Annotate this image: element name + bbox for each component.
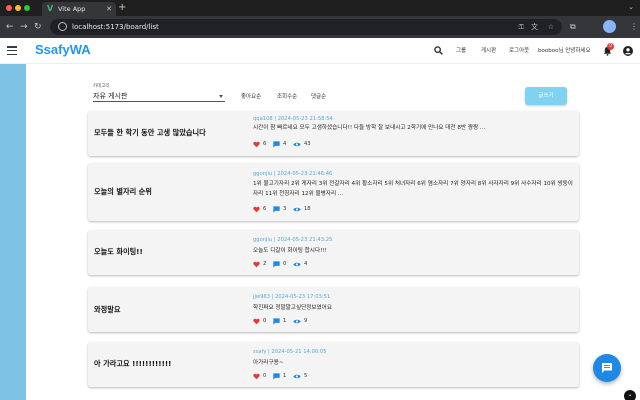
hamburger-menu-icon[interactable] <box>7 46 17 56</box>
tab-close-icon[interactable]: ✕ <box>106 2 112 16</box>
comment-count: 4 <box>283 141 287 147</box>
notification-badge: 0 <box>607 43 614 50</box>
view-count: 5 <box>304 373 308 379</box>
post-preview: 오늘도 디갈이 화이팅 합시다!!! <box>253 248 327 254</box>
comment-count: 3 <box>283 206 287 212</box>
browser-menu-icon[interactable]: ⋮ <box>630 21 638 33</box>
nav-link-logout[interactable]: 로그아웃 <box>509 47 529 55</box>
app-header: SsafyWA 그룹 게시판 로그아웃 booboo님 안녕하세요 0 <box>0 38 640 64</box>
post-card[interactable]: 모두들 한 학기 동안 고생 많았습니다 qqa108 | 2024-05-23 … <box>88 111 579 156</box>
post-card[interactable]: 아 가라고요 !!!!!!!!!!!! ssafy | 2024-05-21 14… <box>88 342 579 387</box>
bookmark-star-icon[interactable]: ☆ <box>548 22 554 32</box>
like-count: 2 <box>263 261 267 267</box>
browser-tab[interactable]: V Vite App ✕ <box>42 2 116 16</box>
like-count: 6 <box>263 206 267 212</box>
address-bar[interactable]: localhost:5173/board/list ⚿ 文 ☆ <box>50 19 562 35</box>
like-count: 6 <box>263 141 267 147</box>
nav-link-group[interactable]: 그룹 <box>456 47 466 55</box>
post-title[interactable]: 아 가라고요 !!!!!!!!!!!! <box>94 359 171 369</box>
sort-likes-button[interactable]: 좋아요순 <box>241 93 261 101</box>
maximize-window-button[interactable] <box>24 5 30 11</box>
translate-icon[interactable]: 文 <box>531 22 538 32</box>
post-preview: 아가라구용~ <box>253 360 284 366</box>
minimize-window-button[interactable] <box>15 5 21 11</box>
vite-logo-icon: V <box>47 4 54 13</box>
view-count: 4 <box>304 261 308 267</box>
write-post-button[interactable]: 글쓰기 <box>525 87 567 105</box>
forward-icon[interactable]: → <box>20 20 28 34</box>
post-meta: jjw963 | 2024-05-23 17:03:51 <box>253 294 331 300</box>
app-title[interactable]: SsafyWA <box>35 42 91 57</box>
post-meta: qqa108 | 2024-05-23 21:58:54 <box>253 116 333 122</box>
chat-bubble-icon <box>602 363 612 373</box>
category-value: 자유 게시판 <box>93 92 128 100</box>
like-count: 0 <box>263 318 267 324</box>
account-icon[interactable] <box>623 46 633 56</box>
comment-count: 1 <box>283 373 287 379</box>
new-tab-button[interactable]: + <box>118 2 126 14</box>
post-preview: 1위 물고기자리 2위 게자리 3위 전갈자리 4위 황소자리 5위 처녀자리 … <box>253 181 573 197</box>
like-count: 0 <box>263 373 267 379</box>
post-card[interactable]: 오늘의 별자리 순위 ggonjiu | 2024-05-23 21:46:46 1… <box>88 163 579 221</box>
post-preview: 시간이 참 빠르네요 모두 고생하셨습니다!! 다들 방학 잘 보내시고 2학기… <box>253 125 486 131</box>
dropdown-caret-icon <box>219 95 223 98</box>
view-count: 43 <box>304 141 311 147</box>
site-info-icon[interactable] <box>58 22 67 31</box>
browser-tabbar: V Vite App ✕ + ⌄ <box>0 0 640 16</box>
side-rail <box>0 64 26 400</box>
profile-avatar[interactable] <box>603 20 616 33</box>
sort-views-button[interactable]: 조회수순 <box>277 93 297 101</box>
category-label: 카테고리 <box>93 84 110 89</box>
password-key-icon[interactable]: ⚿ <box>519 22 524 32</box>
user-greeting: booboo님 안녕하세요 <box>538 48 591 54</box>
tab-search-icon[interactable]: ⌄ <box>628 3 634 11</box>
browser-toolbar: ← → ↻ localhost:5173/board/list ⚿ 文 ☆ ⧉ … <box>0 16 640 38</box>
comment-count: 1 <box>283 318 287 324</box>
comment-count: 0 <box>283 261 287 267</box>
close-window-button[interactable] <box>6 5 12 11</box>
category-select[interactable]: 자유 게시판 <box>93 90 225 102</box>
corner-help-button[interactable]: ⌄ <box>624 390 636 400</box>
post-meta: ssafy | 2024-05-21 14:00:05 <box>253 349 327 355</box>
post-title[interactable]: 와정말요 <box>94 305 120 315</box>
reload-icon[interactable]: ↻ <box>34 20 42 34</box>
post-title[interactable]: 오늘도 화이팅!! <box>94 247 143 257</box>
extensions-icon[interactable]: ⧉ <box>570 21 576 33</box>
post-meta: ggonjiu | 2024-05-23 21:43:25 <box>253 237 333 243</box>
view-count: 9 <box>304 318 308 324</box>
view-count: 18 <box>304 206 311 212</box>
tab-title: Vite App <box>58 5 86 13</box>
post-card[interactable]: 와정말요 jjw963 | 2024-05-23 17:03:51 학진짜요 정말말… <box>88 287 579 332</box>
back-icon[interactable]: ← <box>6 20 14 34</box>
post-title[interactable]: 모두들 한 학기 동안 고생 많았습니다 <box>94 128 206 138</box>
post-card[interactable]: 오늘도 화이팅!! ggonjiu | 2024-05-23 21:43:25 오늘… <box>88 230 579 275</box>
search-icon[interactable] <box>434 46 443 55</box>
post-preview: 학진짜요 정말말고싶단정보였어요 <box>253 305 332 311</box>
url-text: localhost:5173/board/list <box>72 23 159 31</box>
sort-comments-button[interactable]: 댓글순 <box>311 93 326 101</box>
post-meta: ggonjiu | 2024-05-23 21:46:46 <box>253 171 333 177</box>
nav-link-board[interactable]: 게시판 <box>481 47 496 55</box>
chat-fab-button[interactable] <box>593 354 621 382</box>
post-title[interactable]: 오늘의 별자리 순위 <box>94 187 152 197</box>
